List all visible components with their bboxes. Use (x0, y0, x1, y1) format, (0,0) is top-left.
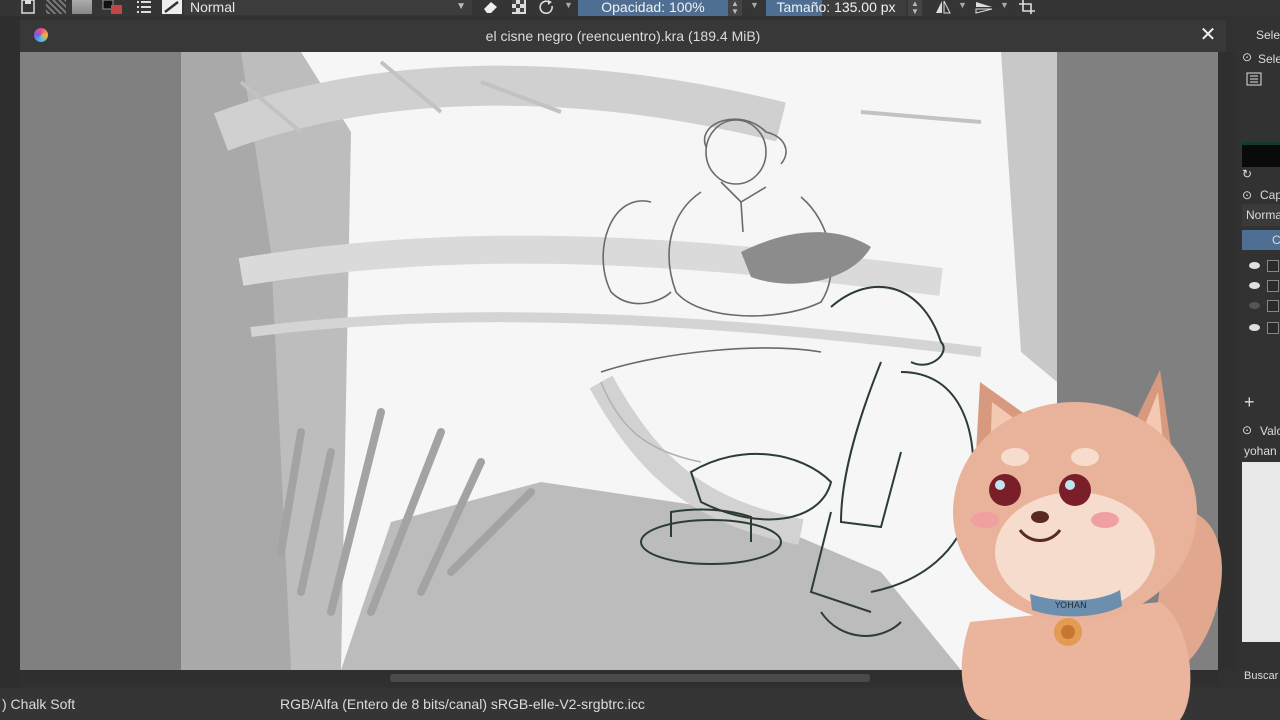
save-icon[interactable] (20, 0, 36, 14)
color-swap-icon[interactable] (102, 0, 124, 14)
layer-blend-select[interactable]: Norma (1242, 204, 1280, 226)
lock-icon[interactable]: ⊙ (1242, 188, 1252, 202)
document-title: el cisne negro (reencuentro).kra (189.4 … (485, 28, 761, 44)
mirror-horizontal-icon[interactable] (934, 0, 952, 14)
chevron-down-icon[interactable]: ▼ (958, 0, 967, 16)
current-brush-label: ) Chalk Soft (2, 696, 76, 712)
chevron-down-icon: ▼ (456, 1, 466, 12)
lock-icon[interactable]: ⊙ (1242, 423, 1252, 437)
search-label[interactable]: Buscar (1244, 670, 1278, 682)
mascot-dog-avatar: YOHAN (953, 370, 1222, 720)
layer-checkbox[interactable] (1267, 300, 1279, 312)
layer-row[interactable] (1242, 298, 1280, 318)
add-layer-icon[interactable]: + (1244, 392, 1255, 413)
alpha-lock-icon[interactable] (510, 0, 528, 14)
drawing-canvas[interactable] (181, 52, 1057, 670)
layer-blend-value: Norma (1246, 208, 1280, 222)
brush-presets-header: Valo (1260, 424, 1280, 438)
layer-checkbox[interactable] (1267, 280, 1279, 292)
size-spinner[interactable]: ▲ ▼ (908, 0, 922, 16)
color-swatch[interactable] (1242, 142, 1280, 167)
list-icon[interactable] (136, 0, 152, 14)
chevron-down-icon[interactable]: ▼ (564, 0, 573, 16)
reload-icon[interactable] (538, 0, 556, 14)
wrap-icon[interactable] (1018, 0, 1036, 14)
opacity-slider[interactable]: Opacidad: 100% (578, 0, 728, 16)
layer-checkbox[interactable] (1267, 260, 1279, 272)
left-dock-strip (0, 16, 20, 688)
chevron-down-icon[interactable]: ▼ (750, 0, 759, 16)
list-icon[interactable] (1246, 72, 1262, 86)
layer-row[interactable] (1242, 320, 1280, 340)
sketch-artwork (181, 52, 1057, 670)
collar-text: YOHAN (1054, 601, 1087, 611)
chevron-down-icon[interactable]: ▼ (1000, 0, 1009, 16)
selector-header: Selec (1256, 28, 1280, 42)
right-dock: Selec ⊙ Sele ↻ ⊙ Cap Norma C + ⊙ Valo yo… (1238, 20, 1280, 688)
size-label: Tamaño: 135.00 px (776, 0, 896, 15)
top-toolbar: Normal ▼ ▼ Opacidad: 100% ▲ ▼ ▼ Tamaño: 1… (0, 0, 1280, 16)
scrollbar-thumb[interactable] (390, 674, 870, 682)
eye-icon[interactable] (1249, 324, 1260, 331)
layer-checkbox[interactable] (1267, 322, 1279, 334)
colorspace-label: RGB/Alfa (Entero de 8 bits/canal) sRGB-e… (280, 696, 645, 712)
opacity-spinner[interactable]: ▲ ▼ (728, 0, 742, 16)
layers-header: Cap (1260, 188, 1280, 202)
mirror-vertical-icon[interactable] (974, 0, 994, 14)
opacity-label: Opacidad: 100% (601, 0, 705, 15)
gradient-icon[interactable] (72, 0, 92, 14)
refresh-icon[interactable]: ↻ (1242, 167, 1252, 181)
pattern-icon[interactable] (46, 0, 66, 14)
selector-tab[interactable]: Sele (1258, 52, 1280, 66)
blend-mode-select[interactable]: Normal ▼ (184, 0, 472, 15)
eye-icon[interactable] (1249, 282, 1260, 289)
close-icon[interactable]: ✕ (1198, 24, 1218, 46)
layer-tab-label: C (1272, 233, 1280, 247)
layer-row[interactable] (1242, 278, 1280, 298)
layer-row[interactable] (1242, 258, 1280, 278)
brush-search-tag[interactable]: yohan (1244, 444, 1277, 458)
brush-preset-grid[interactable] (1242, 462, 1280, 642)
layer-tab[interactable]: C (1242, 230, 1280, 250)
eye-icon[interactable] (1249, 302, 1260, 309)
brush-preset-icon[interactable] (162, 0, 182, 14)
blend-mode-value: Normal (190, 0, 236, 15)
document-titlebar: el cisne negro (reencuentro).kra (189.4 … (20, 20, 1226, 52)
eraser-icon[interactable] (482, 0, 500, 14)
eye-icon[interactable] (1249, 262, 1260, 269)
lock-icon[interactable]: ⊙ (1242, 50, 1252, 64)
size-slider[interactable]: Tamaño: 135.00 px (766, 0, 906, 16)
